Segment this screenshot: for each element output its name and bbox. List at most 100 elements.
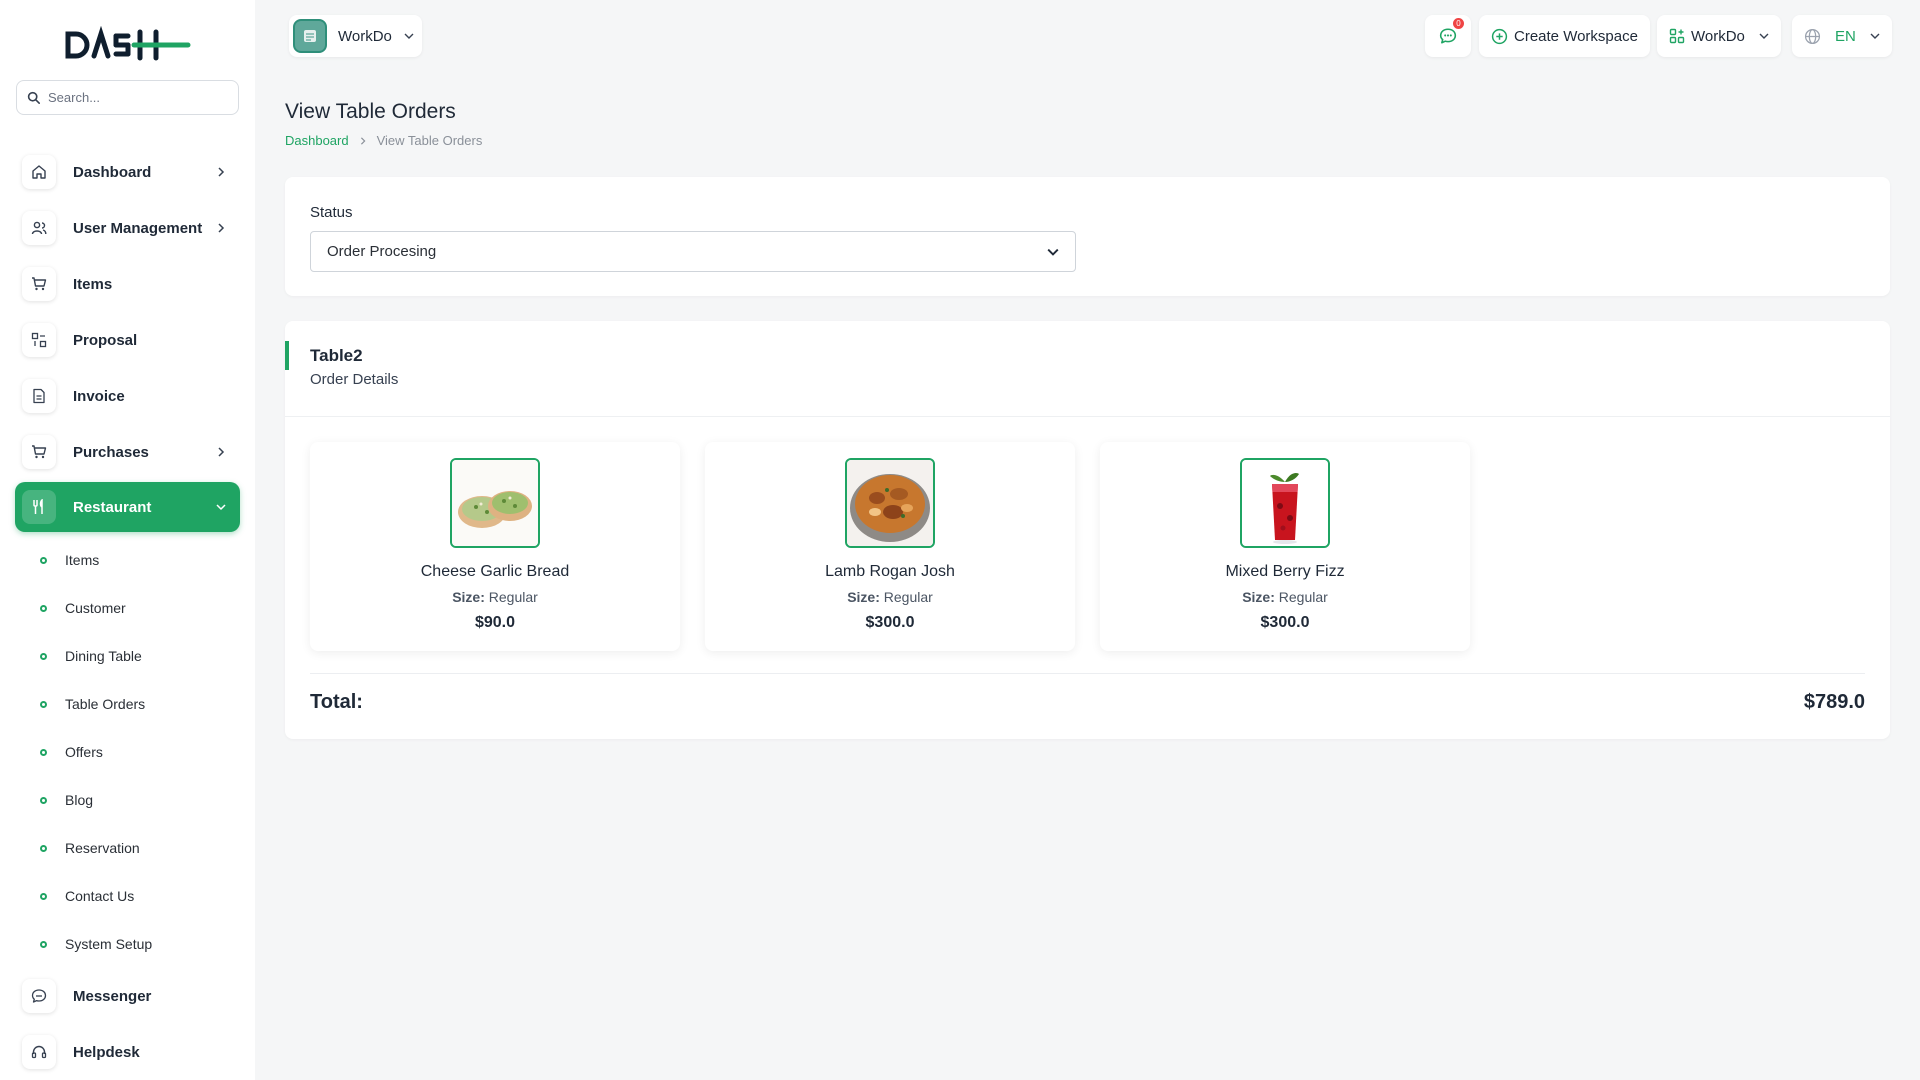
search-icon: [27, 91, 40, 104]
sidebar-item-user-management[interactable]: User Management: [15, 203, 240, 253]
sidebar-item-label: Items: [73, 275, 113, 293]
notifications-button[interactable]: 0: [1425, 15, 1471, 57]
submenu-item-dining-table[interactable]: Dining Table: [40, 644, 142, 668]
status-select[interactable]: Order Procesing: [310, 231, 1076, 272]
chevron-down-icon: [216, 504, 226, 511]
chevron-right-icon: [360, 136, 366, 145]
submenu-label: Reservation: [65, 840, 140, 856]
chevron-down-icon: [1047, 248, 1059, 256]
workspace-switcher[interactable]: WorkDo: [289, 15, 422, 57]
bullet-icon: [40, 892, 47, 900]
workspace-thumbnail: [293, 19, 327, 53]
size-value: Regular: [1278, 589, 1328, 605]
chevron-down-icon: [1759, 33, 1769, 39]
submenu-item-table-orders[interactable]: Table Orders: [40, 692, 145, 716]
submenu-label: Offers: [65, 744, 103, 760]
bullet-icon: [40, 556, 47, 564]
sidebar-item-helpdesk[interactable]: Helpdesk: [15, 1027, 240, 1077]
total-label: Total:: [310, 691, 363, 713]
garlic-bread-image: [450, 458, 540, 548]
create-workspace-button[interactable]: Create Workspace: [1479, 15, 1650, 57]
bullet-icon: [40, 748, 47, 756]
chevron-right-icon: [218, 223, 225, 233]
sidebar-item-label: Purchases: [73, 443, 149, 461]
status-label: Status: [310, 204, 353, 221]
sidebar-item-label: Messenger: [73, 987, 152, 1005]
order-item-card[interactable]: Mixed Berry Fizz Size: Regular $300.0: [1100, 442, 1470, 651]
submenu-item-offers[interactable]: Offers: [40, 740, 103, 764]
submenu-item-blog[interactable]: Blog: [40, 788, 93, 812]
search-box[interactable]: [16, 80, 239, 115]
bullet-icon: [40, 940, 47, 948]
item-size: Size: Regular: [1100, 589, 1470, 605]
order-subtitle: Order Details: [310, 371, 399, 388]
create-workspace-label: Create Workspace: [1514, 27, 1638, 45]
invoice-icon: [22, 379, 56, 413]
utensils-icon: [22, 490, 56, 524]
submenu-item-customer[interactable]: Customer: [40, 596, 126, 620]
submenu-item-system-setup[interactable]: System Setup: [40, 932, 152, 956]
size-label: Size:: [847, 589, 880, 605]
breadcrumb-dashboard-link[interactable]: Dashboard: [285, 133, 349, 148]
item-size: Size: Regular: [705, 589, 1075, 605]
cart-icon: [22, 435, 56, 469]
bullet-icon: [40, 700, 47, 708]
item-price: $300.0: [1260, 614, 1310, 631]
search-input[interactable]: [48, 90, 228, 105]
submenu-label: Blog: [65, 792, 94, 808]
chat-icon: [1439, 28, 1457, 44]
sidebar-item-purchases[interactable]: Purchases: [15, 427, 240, 477]
size-value: Regular: [883, 589, 933, 605]
submenu-item-reservation[interactable]: Reservation: [40, 836, 140, 860]
sidebar-item-label: Restaurant: [73, 498, 152, 516]
sidebar-item-messenger[interactable]: Messenger: [15, 971, 240, 1021]
sidebar-item-restaurant[interactable]: Restaurant: [15, 482, 240, 532]
sidebar-item-label: User Management: [73, 219, 203, 237]
sidebar-item-dashboard[interactable]: Dashboard: [15, 147, 240, 197]
submenu-item-items[interactable]: Items: [40, 548, 99, 572]
globe-icon: [1804, 28, 1821, 44]
divider: [285, 416, 1890, 417]
section-accent-bar: [285, 341, 289, 370]
chevron-down-icon: [404, 33, 414, 39]
status-selected-value: Order Procesing: [327, 243, 437, 260]
mixed-berry-fizz-image: [1240, 458, 1330, 548]
sidebar-item-invoice[interactable]: Invoice: [15, 371, 240, 421]
workspace-name: WorkDo: [338, 27, 392, 45]
sidebar: Dashboard User Management Items Proposal…: [0, 0, 255, 1080]
plus-circle-icon: [1491, 28, 1508, 44]
divider: [310, 673, 1865, 674]
proposal-icon: [22, 323, 56, 357]
order-item-card[interactable]: Lamb Rogan Josh Size: Regular $300.0: [705, 442, 1075, 651]
apps-icon: [1669, 28, 1685, 44]
item-name: Mixed Berry Fizz: [1225, 563, 1345, 580]
notification-count-badge: 0: [1452, 17, 1465, 30]
size-label: Size:: [1242, 589, 1275, 605]
item-size: Size: Regular: [310, 589, 680, 605]
item-price: $300.0: [865, 614, 915, 631]
size-label: Size:: [452, 589, 485, 605]
sidebar-item-label: Invoice: [73, 387, 125, 405]
chevron-right-icon: [218, 167, 225, 177]
breadcrumb-current: View Table Orders: [376, 133, 483, 148]
table-name: Table2: [310, 346, 363, 365]
sidebar-item-label: Proposal: [73, 331, 138, 349]
item-price: $90.0: [474, 614, 516, 631]
size-value: Regular: [488, 589, 538, 605]
sidebar-item-items[interactable]: Items: [15, 259, 240, 309]
submenu-label: Customer: [65, 600, 126, 616]
submenu-label: Contact Us: [65, 888, 135, 904]
sidebar-item-proposal[interactable]: Proposal: [15, 315, 240, 365]
order-item-card[interactable]: Cheese Garlic Bread Size: Regular $90.0: [310, 442, 680, 651]
user-workspace-dropdown[interactable]: WorkDo: [1657, 15, 1781, 57]
language-dropdown[interactable]: EN: [1792, 15, 1892, 57]
bullet-icon: [40, 796, 47, 804]
cart-icon: [22, 267, 56, 301]
status-card: Status Order Procesing: [285, 177, 1890, 296]
dash-logo[interactable]: [64, 26, 194, 64]
submenu-label: System Setup: [65, 936, 153, 952]
sidebar-item-label: Dashboard: [73, 163, 152, 181]
submenu-item-contact-us[interactable]: Contact Us: [40, 884, 134, 908]
total-value: $789.0: [1803, 691, 1865, 713]
sidebar-item-label: Helpdesk: [73, 1043, 140, 1061]
